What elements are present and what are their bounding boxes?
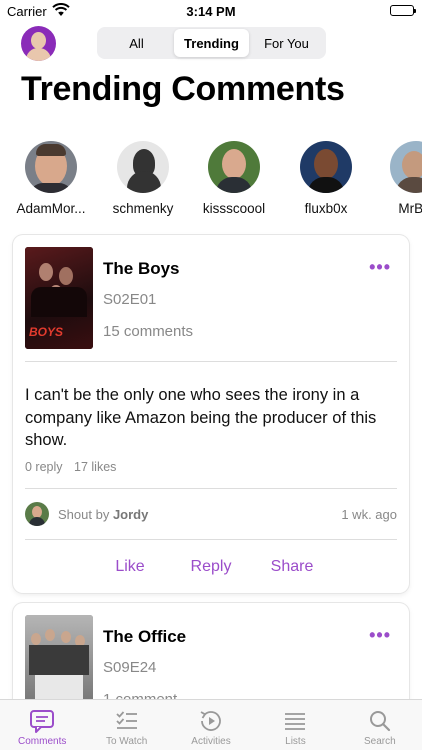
tab-label: To Watch (105, 736, 148, 747)
segment-trending[interactable]: Trending (174, 29, 249, 57)
comments-icon (0, 709, 84, 733)
user-avatar (300, 141, 352, 193)
divider (25, 361, 397, 362)
clock: 3:14 PM (186, 4, 236, 19)
user-name: fluxb0x (304, 201, 348, 216)
show-title[interactable]: The Boys (103, 259, 180, 279)
comment-count: 15 comments (103, 323, 194, 340)
tab-label: Search (363, 736, 396, 747)
page-title: Trending Comments (21, 70, 345, 108)
more-options-icon[interactable]: ••• (369, 257, 391, 278)
screen: Carrier 3:14 PM All Trending For You Tre… (0, 0, 422, 750)
show-title[interactable]: The Office (103, 627, 186, 647)
status-bar: Carrier 3:14 PM (0, 0, 422, 22)
timestamp: 1 wk. ago (341, 506, 397, 522)
more-options-icon[interactable]: ••• (369, 625, 391, 646)
tab-bar: Comments To Watch Activities Lists Searc… (0, 699, 422, 750)
tab-label: Lists (285, 736, 306, 747)
user-name: schmenky (112, 201, 174, 216)
divider (25, 488, 397, 489)
show-poster[interactable]: BOYS (25, 247, 93, 349)
user-avatar (117, 141, 169, 193)
author-avatar[interactable] (25, 502, 49, 526)
segment-all[interactable]: All (99, 29, 174, 57)
tab-label: Activities (191, 736, 231, 747)
tab-label: Comments (18, 736, 67, 747)
user-name: AdamMor... (16, 201, 86, 216)
poster-title: BOYS (29, 325, 64, 339)
like-button[interactable]: Like (90, 558, 171, 576)
tab-search[interactable]: Search (338, 700, 422, 750)
comment-actions: Like Reply Share (13, 558, 409, 576)
comment-stats: 0 reply 17 likes (25, 460, 116, 474)
share-button[interactable]: Share (252, 558, 333, 576)
profile-avatar[interactable] (21, 26, 56, 61)
lists-icon (253, 709, 337, 733)
like-count: 17 likes (74, 460, 117, 474)
user-item[interactable]: MrBlo (366, 141, 422, 216)
episode-label: S02E01 (103, 291, 157, 308)
user-avatar (25, 141, 77, 193)
tab-activities[interactable]: Activities (169, 700, 253, 750)
tab-comments[interactable]: Comments (0, 700, 84, 750)
feed-filter-segmented-control: All Trending For You (97, 27, 326, 59)
user-name: MrBlo (398, 201, 422, 216)
tab-lists[interactable]: Lists (253, 700, 337, 750)
shout-prefix: Shout by (58, 506, 110, 522)
search-icon (338, 709, 422, 733)
reply-button[interactable]: Reply (171, 558, 252, 576)
battery-icon (390, 5, 416, 16)
author-name[interactable]: Jordy (113, 507, 148, 522)
shout-by: Shout by Jordy (58, 507, 148, 522)
reply-count: 0 reply (25, 460, 63, 474)
tab-to-watch[interactable]: To Watch (84, 700, 168, 750)
user-item[interactable]: AdamMor... (1, 141, 101, 216)
user-item[interactable]: fluxb0x (276, 141, 376, 216)
divider (25, 539, 397, 540)
user-name: kissscoool (202, 201, 266, 216)
comment-text: I can't be the only one who sees the iro… (25, 386, 377, 449)
user-item[interactable]: schmenky (93, 141, 193, 216)
to-watch-icon (84, 709, 168, 733)
user-item[interactable]: kissscoool (184, 141, 284, 216)
author-row: Shout by Jordy 1 wk. ago (25, 501, 397, 527)
comment-card: BOYS The Boys S02E01 15 comments ••• I c… (13, 235, 409, 593)
activities-icon (169, 709, 253, 733)
user-avatar (390, 141, 422, 193)
episode-label: S09E24 (103, 659, 157, 676)
trending-users-row: AdamMor... schmenky kissscoool fluxb0x M… (0, 141, 422, 221)
user-avatar (208, 141, 260, 193)
segment-for-you[interactable]: For You (249, 29, 324, 57)
